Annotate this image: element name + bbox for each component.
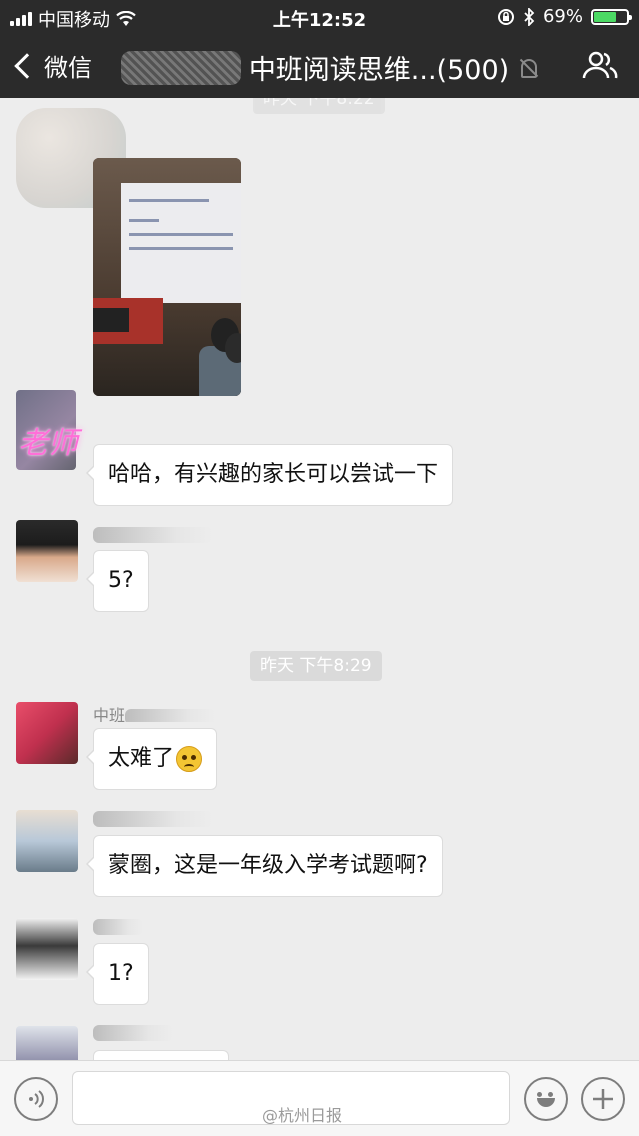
avatar[interactable]: [16, 918, 78, 980]
dizzy-face-emoji-icon: [176, 746, 203, 772]
battery-percent: 69%: [542, 6, 583, 27]
status-bar: 中国移动 上午12:52 69%: [0, 0, 639, 34]
emoji-button[interactable]: [524, 1077, 568, 1121]
message-bubble[interactable]: 太难了: [85, 728, 218, 790]
battery-level: [594, 11, 616, 22]
rotation-lock-icon: [497, 8, 514, 25]
status-right: 69%: [497, 6, 632, 27]
chat-area[interactable]: 昨天 下午8:22 老师 哈哈，有兴趣的家长可以尝试一下 5? 昨天 下午8:2…: [0, 98, 639, 1060]
back-button[interactable]: 微信: [10, 48, 92, 83]
message-bubble[interactable]: [93, 1050, 229, 1060]
voice-input-button[interactable]: [14, 1077, 58, 1121]
avatar[interactable]: [16, 702, 78, 764]
mute-icon: [517, 57, 539, 79]
timestamp-tag: 昨天 下午8:29: [250, 651, 382, 681]
bluetooth-icon: [524, 7, 535, 26]
redacted-area: [120, 50, 241, 85]
group-members-icon[interactable]: [581, 50, 619, 80]
smile-icon: [533, 1086, 559, 1112]
message-bubble[interactable]: 哈哈，有兴趣的家长可以尝试一下: [85, 444, 454, 506]
plus-icon: [593, 1089, 613, 1109]
battery-icon: [591, 8, 632, 25]
nickname: 中班: [93, 702, 253, 722]
projection-screen: [121, 183, 241, 303]
avatar[interactable]: [16, 1026, 78, 1060]
avatar[interactable]: [16, 810, 78, 872]
message-bubble[interactable]: 蒙圈，这是一年级入学考试题啊?: [86, 835, 443, 897]
nav-title-area: 中班阅读思维...(500): [110, 48, 550, 87]
message-bubble[interactable]: 1?: [86, 943, 149, 1005]
voice-icon: [29, 1090, 44, 1108]
nickname: [93, 916, 253, 936]
back-label: 微信: [44, 54, 92, 82]
message-bubble[interactable]: 5?: [86, 550, 149, 612]
nickname-text: 中班: [93, 706, 126, 722]
nav-bar: 微信 中班阅读思维...(500): [0, 34, 639, 98]
timestamp-tag: 昨天 下午8:22: [253, 98, 385, 114]
teacher-label: 老师: [18, 426, 78, 461]
watermark: @杭州日报: [262, 1106, 343, 1125]
photo-message[interactable]: [93, 158, 241, 396]
more-button[interactable]: [581, 1077, 625, 1121]
chevron-left-icon: [14, 52, 40, 79]
chat-title: 中班阅读思维...(500): [248, 55, 510, 86]
avatar[interactable]: [16, 520, 78, 582]
message-text: 太难了: [108, 746, 175, 771]
nickname: [93, 524, 253, 544]
nickname: [93, 1022, 253, 1042]
nickname: [93, 808, 253, 828]
